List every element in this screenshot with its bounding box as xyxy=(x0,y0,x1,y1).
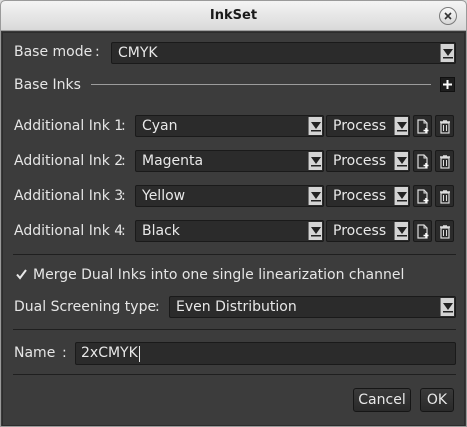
chevron-down-icon[interactable] xyxy=(394,117,408,135)
delete-ink-button[interactable] xyxy=(435,185,454,207)
new-ink-button[interactable] xyxy=(413,115,432,137)
additional-ink-label: Additional Ink 3 xyxy=(14,188,124,204)
name-value: 2xCMYK xyxy=(81,345,138,361)
additional-ink-colon: : xyxy=(121,223,126,239)
additional-ink-colon: : xyxy=(121,188,126,204)
new-document-icon xyxy=(417,154,429,169)
ink-name-value: Yellow xyxy=(142,188,186,204)
chevron-down-icon[interactable] xyxy=(440,44,454,62)
ink-type-value: Process xyxy=(333,153,387,169)
additional-ink-label: Additional Ink 1 xyxy=(14,118,124,134)
trash-icon xyxy=(440,190,450,204)
name-label: Name xyxy=(14,345,56,361)
additional-ink-select[interactable]: Magenta xyxy=(135,150,324,172)
base-mode-value: CMYK xyxy=(118,45,158,61)
divider xyxy=(13,254,456,255)
text-caret xyxy=(139,346,140,362)
new-document-icon xyxy=(417,119,429,134)
base-mode-colon: : xyxy=(95,44,100,60)
dual-screening-select[interactable]: Even Distribution xyxy=(169,296,456,318)
new-ink-button[interactable] xyxy=(413,150,432,172)
chevron-down-icon[interactable] xyxy=(308,222,322,240)
base-inks-label: Base Inks xyxy=(14,77,81,93)
divider xyxy=(13,374,456,375)
cancel-button[interactable]: Cancel xyxy=(353,388,411,412)
new-document-icon xyxy=(417,224,429,239)
new-ink-button[interactable] xyxy=(413,220,432,242)
additional-ink-label: Additional Ink 2 xyxy=(14,153,124,169)
new-document-icon xyxy=(417,189,429,204)
add-base-ink-button[interactable] xyxy=(440,77,455,92)
chevron-down-icon[interactable] xyxy=(394,152,408,170)
additional-ink-colon: : xyxy=(121,153,126,169)
chevron-down-icon[interactable] xyxy=(394,187,408,205)
additional-ink-select[interactable]: Cyan xyxy=(135,115,324,137)
trash-icon xyxy=(440,120,450,134)
name-input[interactable]: 2xCMYK xyxy=(75,342,456,365)
plus-icon xyxy=(443,80,452,89)
base-mode-select[interactable]: CMYK xyxy=(111,42,456,64)
trash-icon xyxy=(440,155,450,169)
checkmark-icon xyxy=(16,269,27,280)
ink-type-value: Process xyxy=(333,118,387,134)
chevron-down-icon[interactable] xyxy=(308,152,322,170)
delete-ink-button[interactable] xyxy=(435,220,454,242)
base-mode-label: Base mode xyxy=(14,44,93,60)
chevron-down-icon[interactable] xyxy=(308,117,322,135)
trash-icon xyxy=(440,225,450,239)
dual-screening-value: Even Distribution xyxy=(176,299,297,315)
ink-type-value: Process xyxy=(333,188,387,204)
base-inks-divider xyxy=(91,84,431,85)
ink-type-select[interactable]: Process xyxy=(326,185,410,207)
divider xyxy=(13,329,456,330)
title-bar[interactable]: InkSet xyxy=(1,1,466,31)
window-title: InkSet xyxy=(209,8,258,23)
merge-dual-inks-checkbox[interactable] xyxy=(15,268,28,281)
ink-name-value: Black xyxy=(142,223,180,239)
new-ink-button[interactable] xyxy=(413,185,432,207)
merge-dual-inks-label[interactable]: Merge Dual Inks into one single lineariz… xyxy=(33,267,404,283)
close-button[interactable] xyxy=(439,7,457,25)
delete-ink-button[interactable] xyxy=(435,115,454,137)
dual-screening-label: Dual Screening type xyxy=(14,299,157,315)
dual-screening-colon: : xyxy=(155,299,160,315)
dialog-body: Base mode : CMYK Base Inks Additional In… xyxy=(2,32,465,426)
ink-type-select[interactable]: Process xyxy=(326,220,410,242)
name-colon: : xyxy=(62,345,67,361)
chevron-down-icon[interactable] xyxy=(440,298,454,316)
ink-name-value: Cyan xyxy=(142,118,178,134)
ink-name-value: Magenta xyxy=(142,153,204,169)
ink-type-select[interactable]: Process xyxy=(326,150,410,172)
close-icon xyxy=(444,12,452,20)
additional-ink-colon: : xyxy=(121,118,126,134)
ok-button[interactable]: OK xyxy=(420,388,454,412)
inkset-dialog: InkSet Base mode : CMYK Base Inks Additi… xyxy=(0,0,467,427)
chevron-down-icon[interactable] xyxy=(394,222,408,240)
delete-ink-button[interactable] xyxy=(435,150,454,172)
additional-ink-label: Additional Ink 4 xyxy=(14,223,124,239)
additional-ink-select[interactable]: Yellow xyxy=(135,185,324,207)
additional-ink-select[interactable]: Black xyxy=(135,220,324,242)
chevron-down-icon[interactable] xyxy=(308,187,322,205)
ink-type-value: Process xyxy=(333,223,387,239)
ink-type-select[interactable]: Process xyxy=(326,115,410,137)
